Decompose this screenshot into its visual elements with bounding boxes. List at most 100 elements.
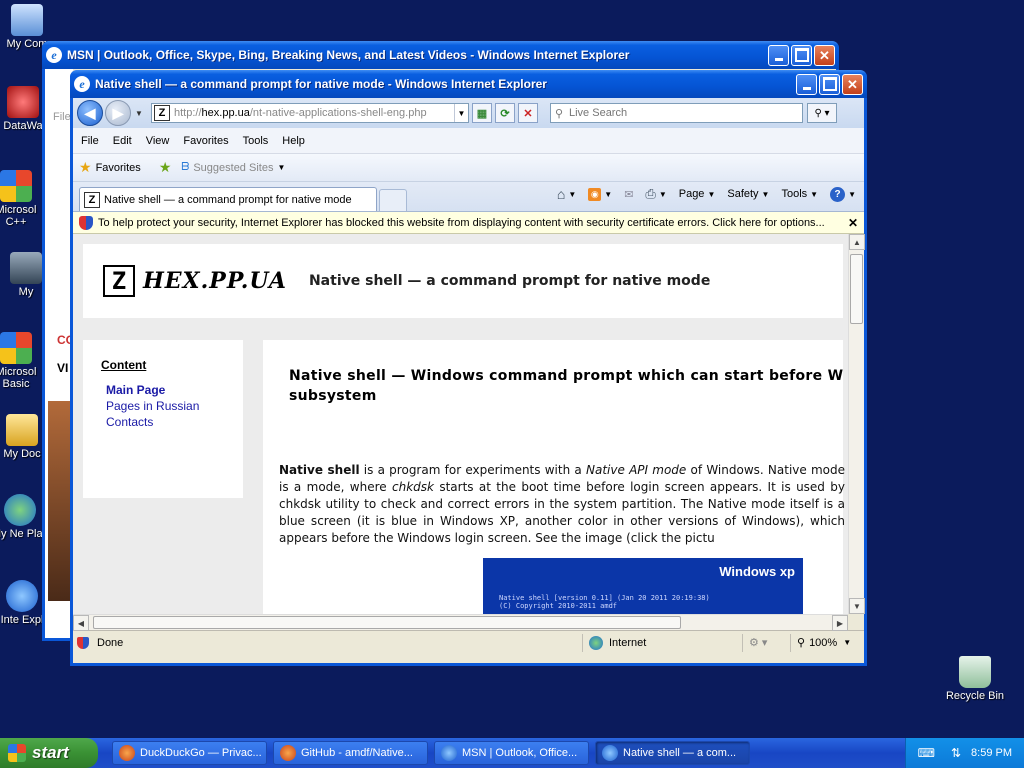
site-logo-text[interactable]: HEX.PP.UA (143, 268, 287, 294)
menu-tools[interactable]: Tools (243, 135, 269, 147)
ie-logo-icon: e (74, 76, 90, 92)
start-label: start (32, 743, 69, 762)
horizontal-scrollbar[interactable]: ◀ ▶ (73, 614, 848, 631)
desktop-icon-microsoft-basic[interactable]: Microsol Basic (0, 332, 46, 390)
safety-menu[interactable]: Safety ▼ (727, 188, 769, 200)
search-provider-icon: ⚲ (554, 107, 564, 120)
sidebar-link-main-page[interactable]: Main Page (106, 382, 243, 398)
site-logo-mark[interactable]: Z (103, 265, 135, 297)
recycle-bin-icon (959, 656, 991, 688)
zoom-control[interactable]: ⚲ 100% ▼ (790, 633, 860, 652)
security-shield-icon (79, 215, 93, 230)
content-area: Z HEX.PP.UA Native shell — a command pro… (73, 234, 865, 631)
compatibility-view-icon[interactable]: ▦ (472, 103, 492, 123)
ie-window[interactable]: e Native shell — a command prompt for na… (70, 70, 867, 666)
home-button[interactable]: ⌂ ▼ (557, 186, 576, 202)
windows-flag-icon (8, 744, 26, 762)
new-tab-button[interactable] (379, 189, 407, 211)
article-paragraph: Native shell is a program for experiment… (279, 462, 845, 547)
favorites-button[interactable]: Favorites (96, 162, 141, 174)
forward-button[interactable]: ▶ (105, 100, 131, 126)
menu-edit[interactable]: Edit (113, 135, 132, 147)
address-bar[interactable]: Z http://hex.pp.ua/nt-native-application… (151, 103, 469, 123)
favorites-star-icon: ★ (79, 159, 92, 175)
search-button[interactable]: ⚲ ▾ (807, 103, 837, 123)
add-favorite-icon[interactable]: ★ (159, 159, 172, 176)
minimize-button[interactable] (796, 73, 817, 95)
refresh-icon[interactable]: ⟳ (495, 103, 515, 123)
address-url[interactable]: http://hex.pp.ua/nt-native-applications-… (172, 107, 454, 119)
stop-icon[interactable]: ✕ (518, 103, 538, 123)
address-dropdown[interactable]: ▼ (454, 104, 468, 122)
feeds-button[interactable]: ◉ ▼ (588, 187, 612, 201)
back-button[interactable]: ◀ (77, 100, 103, 126)
desktop-icon-recycle-bin[interactable]: Recycle Bin (940, 656, 1010, 702)
help-button[interactable]: ? ▼ (830, 186, 856, 202)
help-icon: ? (830, 186, 846, 202)
horizontal-scroll-thumb[interactable] (93, 616, 681, 629)
taskbar-item-msn[interactable]: MSN | Outlook, Office... (434, 741, 589, 765)
menu-file[interactable]: File (81, 135, 99, 147)
recent-pages-dropdown[interactable]: ▼ (133, 109, 145, 118)
tab-native-shell[interactable]: Z Native shell — a command prompt for na… (79, 187, 377, 211)
desktop-icon-label: Microsol Basic (0, 366, 37, 390)
menu-view[interactable]: View (146, 135, 170, 147)
start-button[interactable]: start (0, 738, 98, 768)
taskbar-item-github[interactable]: GitHub - amdf/Native... (273, 741, 428, 765)
search-box[interactable]: ⚲ (550, 103, 803, 123)
msn-peek-menu: File (53, 111, 71, 123)
information-bar[interactable]: To help protect your security, Internet … (73, 212, 864, 234)
scroll-up-button[interactable]: ▲ (849, 234, 865, 250)
close-button[interactable] (842, 73, 863, 95)
desktop-icon-microsoft-cpp[interactable]: Microsol C++ (0, 170, 46, 228)
print-button[interactable]: ⎙ ▼ (645, 186, 666, 202)
zoom-icon: ⚲ (797, 637, 806, 649)
tools-menu[interactable]: Tools ▼ (781, 188, 818, 200)
suggested-sites-dropdown[interactable]: ▼ (277, 163, 285, 172)
msn-window-titlebar[interactable]: e MSN | Outlook, Office, Skype, Bing, Br… (42, 41, 839, 69)
windows-xp-logo: Windows xp (719, 564, 795, 579)
taskbar-item-duckduckgo[interactable]: DuckDuckGo — Privac... (112, 741, 267, 765)
mail-icon: ✉ (624, 188, 634, 201)
keyboard-icon[interactable]: ⌨ (918, 746, 935, 760)
close-button[interactable] (814, 44, 835, 66)
page-viewport: Z HEX.PP.UA Native shell — a command pro… (73, 234, 848, 614)
ie-window-titlebar[interactable]: e Native shell — a command prompt for na… (70, 70, 867, 98)
msn-window-body: File CO VI (45, 69, 75, 638)
close-information-bar-icon[interactable]: ✕ (842, 216, 858, 230)
taskbar-item-native-shell[interactable]: Native shell — a com... (595, 741, 750, 765)
vertical-scroll-thumb[interactable] (850, 254, 863, 324)
msn-window-title: MSN | Outlook, Office, Skype, Bing, Brea… (67, 48, 630, 62)
suggested-sites-link[interactable]: Suggested Sites (193, 162, 273, 174)
minimize-button[interactable] (768, 44, 789, 66)
maximize-button[interactable] (819, 73, 840, 95)
vertical-scrollbar[interactable]: ▲ ▼ (848, 234, 865, 614)
search-input[interactable] (567, 106, 802, 120)
my-documents-icon (6, 414, 38, 446)
menu-help[interactable]: Help (282, 135, 305, 147)
globe-icon (589, 635, 603, 650)
datawatch-icon (7, 86, 39, 118)
internet-explorer-icon (6, 580, 38, 612)
menu-favorites[interactable]: Favorites (183, 135, 228, 147)
security-zone[interactable]: Internet (582, 633, 742, 652)
sidebar-link-pages-in-russian[interactable]: Pages in Russian (106, 398, 243, 414)
page-menu-label: Page (678, 188, 705, 200)
native-shell-screenshot[interactable]: Windows xp Native shell [version 0.11] (… (483, 558, 803, 614)
network-icon[interactable]: ⇅ (951, 746, 961, 760)
sidebar-link-contacts[interactable]: Contacts (106, 414, 243, 430)
term-chkdsk: chkdsk (392, 480, 434, 494)
mail-button[interactable]: ✉ (624, 188, 633, 201)
protected-mode-indicator[interactable]: ⚙ ▾ (742, 633, 790, 652)
scroll-left-button[interactable]: ◀ (73, 615, 89, 631)
microsoft-cpp-icon (0, 170, 32, 202)
page-menu[interactable]: Page ▼ (679, 188, 716, 200)
url-host: hex.pp.ua (201, 107, 250, 119)
scroll-right-button[interactable]: ▶ (832, 615, 848, 631)
clock[interactable]: 8:59 PM (971, 747, 1012, 759)
url-scheme: http:// (174, 107, 202, 119)
tools-menu-label: Tools (781, 188, 808, 200)
my-network-places-icon (4, 494, 36, 526)
scroll-down-button[interactable]: ▼ (849, 598, 865, 614)
maximize-button[interactable] (791, 44, 812, 66)
